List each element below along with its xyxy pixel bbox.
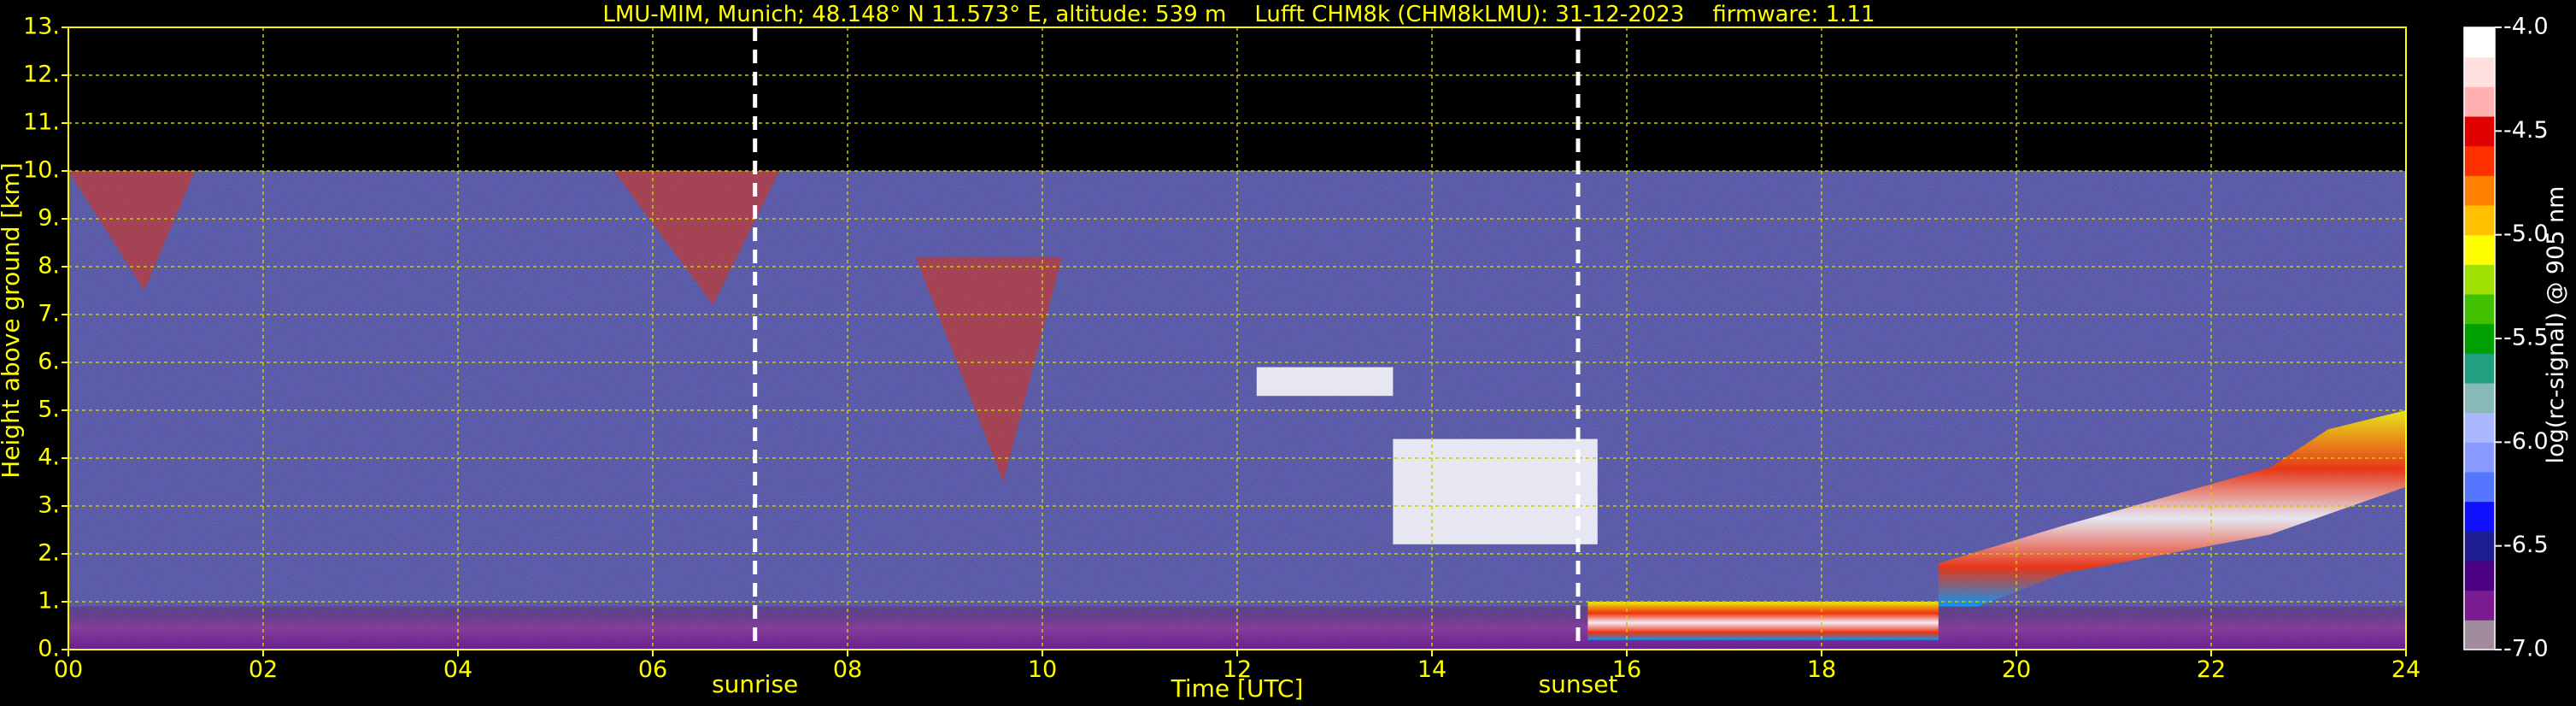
colorbar-segment xyxy=(2464,383,2495,414)
x-tick-label: 04 xyxy=(443,656,472,683)
y-tick-label: 12. xyxy=(23,62,60,88)
colorbar-segment xyxy=(2464,412,2495,443)
feature-4 xyxy=(1256,367,1394,397)
feature-5 xyxy=(1393,438,1598,544)
sunset-label: sunset xyxy=(1539,670,1618,698)
colorbar-tick-label: -6.0 xyxy=(2503,428,2549,455)
colorbar-segment xyxy=(2464,234,2495,265)
x-tick-label: 10 xyxy=(1028,656,1057,683)
x-tick-label: 00 xyxy=(54,656,83,683)
y-tick-label: 13. xyxy=(23,14,60,40)
colorbar-segment xyxy=(2464,323,2495,354)
x-tick-label: 18 xyxy=(1807,656,1836,683)
colorbar-segment xyxy=(2464,590,2495,621)
feature-6 xyxy=(1587,602,1939,640)
y-tick-label: 2. xyxy=(38,540,60,567)
colorbar: -4.0 -4.5 -5.0 -5.5 -6.0 -6.5 -7.0 xyxy=(2463,14,2549,662)
colorbar-tick-label: -4.5 xyxy=(2503,117,2549,144)
colorbar-tick-label: -6.5 xyxy=(2503,532,2549,558)
y-tick-label: 11. xyxy=(23,109,60,136)
y-axis-ticks: 0.1.2.3.4.5.6.7.8.9.10.11.12.13. xyxy=(23,14,68,662)
x-tick-label: 14 xyxy=(1417,656,1446,683)
x-tick-label: 20 xyxy=(2002,656,2031,683)
colorbar-segment xyxy=(2464,501,2495,532)
y-tick-label: 10. xyxy=(23,157,60,184)
colorbar-segment xyxy=(2464,205,2495,236)
colorbar-segment xyxy=(2464,116,2495,147)
x-tick-label: 02 xyxy=(249,656,278,683)
x-axis-label: Time [UTC] xyxy=(1171,674,1304,703)
colorbar-segment xyxy=(2464,56,2495,87)
colorbar-segment xyxy=(2464,353,2495,384)
y-tick-label: 8. xyxy=(38,253,60,279)
colorbar-segment xyxy=(2464,27,2495,58)
colorbar-tick-label: -4.0 xyxy=(2503,14,2549,40)
colorbar-segment xyxy=(2464,175,2495,206)
y-tick-label: 3. xyxy=(38,492,60,519)
colorbar-tick-label: -7.0 xyxy=(2503,636,2549,662)
x-tick-label: 24 xyxy=(2391,656,2421,683)
y-tick-label: 9. xyxy=(38,205,60,232)
sunrise-label: sunrise xyxy=(712,670,798,698)
x-tick-label: 16 xyxy=(1612,656,1641,683)
colorbar-tick-label: -5.0 xyxy=(2503,221,2549,247)
y-tick-label: 6. xyxy=(38,349,60,375)
colorbar-segment xyxy=(2464,620,2495,650)
colorbar-segment xyxy=(2464,561,2495,591)
chart-svg: sunrise sunset 0.1.2.3.4.5.6.7.8.9.10.11.… xyxy=(0,14,2569,703)
y-tick-label: 1. xyxy=(38,588,60,615)
colorbar-segment xyxy=(2464,472,2495,503)
y-tick-label: 4. xyxy=(38,444,60,471)
colorbar-segment xyxy=(2464,442,2495,473)
colorbar-segment xyxy=(2464,145,2495,176)
y-tick-label: 7. xyxy=(38,301,60,327)
x-tick-label: 22 xyxy=(2197,656,2226,683)
y-tick-label: 5. xyxy=(38,397,60,423)
colorbar-segment xyxy=(2464,86,2495,117)
colorbar-segment xyxy=(2464,531,2495,562)
colorbar-segment xyxy=(2464,294,2495,325)
x-tick-label: 06 xyxy=(638,656,667,683)
x-tick-label: 08 xyxy=(833,656,862,683)
colorbar-segment xyxy=(2464,264,2495,295)
colorbar-label: log(rc-signal) @ 905 nm xyxy=(2543,186,2569,464)
y-axis-label: Height above ground [km] xyxy=(0,162,25,479)
colorbar-tick-label: -5.5 xyxy=(2503,325,2549,351)
